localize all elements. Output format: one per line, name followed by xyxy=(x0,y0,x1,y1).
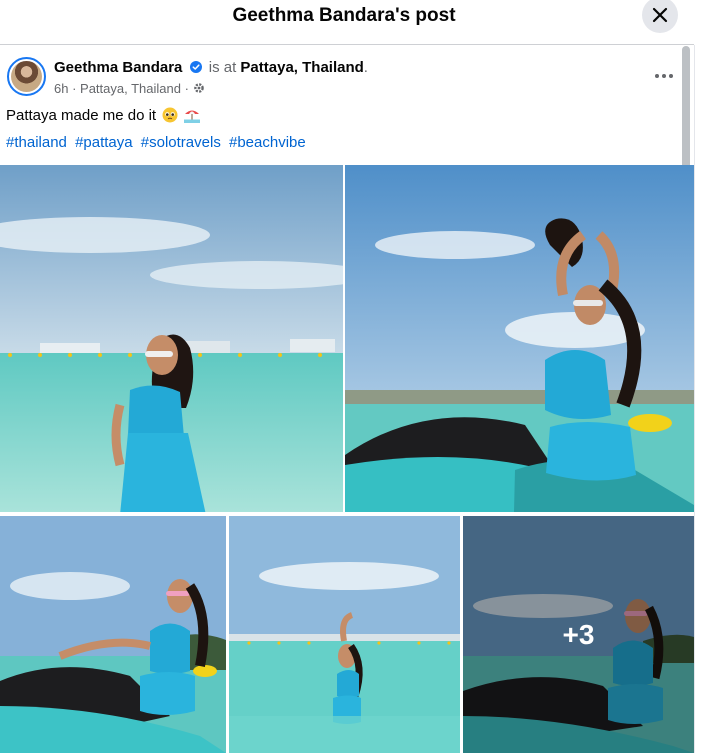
verified-badge-icon xyxy=(189,61,202,73)
more-photos-count: +3 xyxy=(562,618,595,650)
more-options-icon xyxy=(655,74,659,78)
hashtag-link[interactable]: #solotravels xyxy=(141,134,221,151)
post-photo-2[interactable] xyxy=(345,165,694,512)
post-caption: Pattaya made me do it xyxy=(6,107,201,124)
avatar[interactable] xyxy=(7,57,46,96)
beach-umbrella-emoji xyxy=(184,110,201,123)
pleading-face-emoji xyxy=(162,107,178,123)
caption-text: Pattaya made me do it xyxy=(6,107,157,124)
close-icon xyxy=(652,7,668,23)
author-name[interactable]: Geethma Bandara xyxy=(54,59,182,76)
meta-location[interactable]: Pattaya, Thailand xyxy=(80,81,181,96)
hashtag-link[interactable]: #beachvibe xyxy=(229,134,306,151)
hashtag-link[interactable]: #pattaya xyxy=(75,134,133,151)
post-photo-4[interactable] xyxy=(229,516,460,753)
author-line: Geethma Bandara is at Pattaya, Thailand. xyxy=(54,59,368,76)
post-header: Geethma Bandara is at Pattaya, Thailand.… xyxy=(0,46,694,100)
gear-icon xyxy=(193,83,204,93)
meta-separator-2: · xyxy=(180,81,193,96)
page-scrollbar-area xyxy=(694,45,720,753)
dialog-header: Geethma Bandara's post xyxy=(0,0,694,45)
place-suffix: . xyxy=(363,59,368,76)
post-photo-3[interactable] xyxy=(0,516,226,753)
place-link[interactable]: Pattaya, Thailand xyxy=(240,59,363,76)
is-at-text: is at xyxy=(208,59,237,76)
post-meta: 6h · Pattaya, Thailand · xyxy=(54,81,205,96)
post-photo-5[interactable]: +3 xyxy=(463,516,694,753)
post-photo-1[interactable] xyxy=(0,165,343,512)
hashtag-link[interactable]: #thailand xyxy=(6,134,67,151)
dialog-title: Geethma Bandara's post xyxy=(232,5,456,26)
meta-separator: · xyxy=(68,81,81,96)
more-options-button[interactable] xyxy=(651,68,677,84)
post-time[interactable]: 6h xyxy=(54,81,68,96)
hashtag-list: #thailand #pattaya #solotravels #beachvi… xyxy=(6,134,310,151)
close-button[interactable] xyxy=(642,0,678,33)
more-photos-overlay[interactable]: +3 xyxy=(463,516,694,753)
